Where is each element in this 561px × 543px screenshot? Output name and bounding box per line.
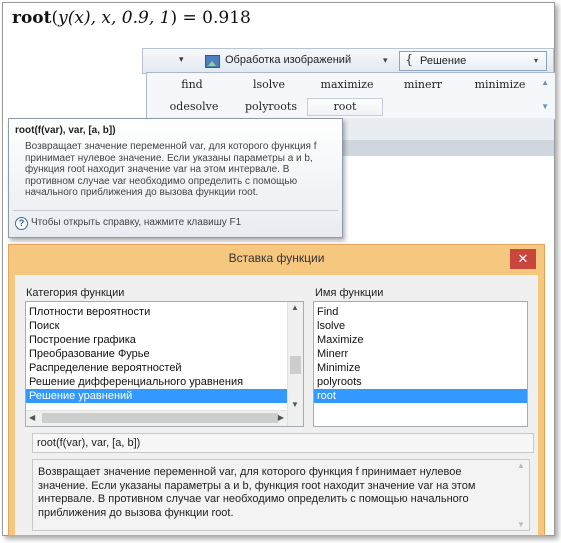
scroll-down-icon[interactable]: ▼ (517, 520, 525, 529)
scroll-down-icon[interactable]: ▼ (291, 400, 299, 409)
ribbon-toolbar: ▾ Обработка изображений ▾ { Решение ▾ (142, 48, 554, 74)
gallery-item-odesolve[interactable]: odesolve (163, 99, 225, 115)
function-list[interactable]: Find lsolve Maximize Minerr Minimize pol… (313, 301, 528, 427)
tooltip-help-hint: Чтобы открыть справку, нажмите клавишу F… (31, 217, 242, 228)
tooltip-body: Возвращает значение переменной var, для … (25, 141, 317, 199)
scroll-up-icon[interactable]: ▲ (291, 303, 299, 312)
function-gallery: find lsolve maximize minerr minimize ode… (146, 72, 556, 120)
gallery-item-maximize[interactable]: maximize (315, 77, 379, 93)
function-item-selected[interactable]: root (314, 389, 527, 403)
tooltip-divider (13, 210, 338, 211)
function-name-label: Имя функции (315, 287, 384, 299)
scroll-left-icon[interactable]: ◀ (29, 413, 35, 422)
formula-args: , x, 0.9, 1 (90, 8, 171, 28)
dialog-content: Категория функции Имя функции Плотности … (15, 275, 538, 535)
dialog-title: Вставка функции (228, 251, 325, 265)
brace-icon: { (405, 53, 414, 68)
formula-result: = 0.918 (182, 8, 251, 28)
category-item[interactable]: Построение графика (26, 333, 287, 347)
close-icon[interactable]: ✕ (510, 249, 536, 269)
help-icon: ? (15, 217, 28, 230)
formula-line[interactable]: root(y(x), x, 0.9, 1) = 0.918 (12, 8, 251, 28)
solve-menu-label: Решение (420, 55, 467, 67)
category-item[interactable]: Плотности вероятности (26, 305, 287, 319)
category-horizontal-scrollbar[interactable]: ◀ ▶ (26, 410, 287, 426)
function-item[interactable]: polyroots (314, 375, 527, 389)
category-list[interactable]: Плотности вероятности Поиск Построение г… (25, 301, 304, 427)
category-item[interactable]: Распределение вероятностей (26, 361, 287, 375)
function-description-box: Возвращает значение переменной var, для … (32, 459, 530, 531)
tooltip-title: root(f(var), var, [a, b]) (15, 125, 116, 136)
image-processing-menu[interactable]: Обработка изображений (225, 54, 351, 66)
scroll-up-icon[interactable]: ▲ (517, 461, 525, 470)
function-item[interactable]: Minimize (314, 361, 527, 375)
function-item[interactable]: Maximize (314, 333, 527, 347)
function-item[interactable]: lsolve (314, 319, 527, 333)
function-item[interactable]: Find (314, 305, 527, 319)
gallery-item-find[interactable]: find (167, 77, 217, 93)
gallery-item-lsolve[interactable]: lsolve (243, 77, 295, 93)
gallery-item-minimize[interactable]: minimize (469, 77, 531, 93)
function-description: Возвращает значение переменной var, для … (38, 466, 476, 519)
scroll-right-icon[interactable]: ▶ (278, 413, 284, 422)
formula-close: ) (170, 8, 178, 28)
category-item[interactable]: Решение дифференциального уравнения (26, 375, 287, 389)
formula-function: root (12, 8, 52, 28)
ribbon-dropdown-arrow-icon[interactable]: ▾ (179, 54, 184, 65)
insert-function-dialog: Вставка функции ✕ Категория функции Имя … (8, 244, 545, 536)
function-item[interactable]: Minerr (314, 347, 527, 361)
category-item[interactable]: Преобразование Фурье (26, 347, 287, 361)
gallery-scroll-down-icon[interactable]: ▼ (541, 102, 549, 111)
solve-menu-button[interactable]: { Решение ▾ (399, 51, 547, 71)
horizontal-scroll-thumb[interactable] (42, 413, 278, 423)
image-processing-dropdown-icon[interactable]: ▾ (383, 55, 388, 66)
function-signature: root(f(var), var, [a, b]) (32, 433, 534, 453)
category-vertical-scrollbar[interactable]: ▲ ▼ (287, 302, 303, 426)
gallery-item-polyroots[interactable]: polyroots (239, 99, 303, 115)
solve-dropdown-icon: ▾ (534, 56, 539, 65)
function-tooltip: root(f(var), var, [a, b]) Возвращает зна… (8, 118, 343, 238)
description-scrollbar[interactable]: ▲ ▼ (514, 460, 529, 530)
category-item[interactable]: Поиск (26, 319, 287, 333)
formula-call: y(x) (58, 8, 91, 28)
gallery-item-root[interactable]: root (307, 98, 383, 116)
image-processing-icon (205, 55, 220, 68)
category-label: Категория функции (26, 287, 125, 299)
category-item-selected[interactable]: Решение уравнений (26, 389, 287, 403)
scroll-thumb[interactable] (290, 356, 301, 374)
gallery-item-minerr[interactable]: minerr (397, 77, 449, 93)
gallery-scroll-up-icon[interactable]: ▲ (541, 78, 549, 87)
